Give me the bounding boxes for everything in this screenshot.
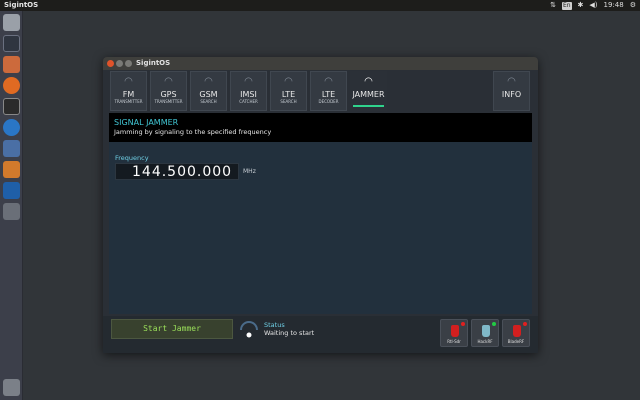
tab-jammer[interactable]: ◠ JAMMER <box>350 71 387 111</box>
wifi-signal-icon: ◠ <box>204 76 213 87</box>
device-rtl-sdr-button[interactable]: Rtl-Sdr <box>440 319 468 347</box>
tab-sublabel: TRANSMITTER <box>114 99 143 104</box>
clock[interactable]: 19:48 <box>604 0 624 11</box>
settings-gear-icon[interactable]: ⚙ <box>630 0 636 11</box>
wifi-signal-icon: ◠ <box>324 76 333 87</box>
firefox-icon[interactable] <box>3 77 20 94</box>
tab-fm-transmitter[interactable]: ◠ FM TRANSMITTER <box>110 71 147 111</box>
keyboard-layout-indicator[interactable]: En <box>561 1 572 10</box>
module-tabs: ◠ FM TRANSMITTER ◠ GPS TRANSMITTER ◠ GSM… <box>108 71 532 111</box>
close-icon[interactable] <box>107 60 114 67</box>
frequency-input[interactable]: 144.500.000 <box>115 163 239 180</box>
status-value: Waiting to start <box>264 329 315 337</box>
jammer-panel: Frequency 144.500.000 MHz <box>109 142 532 314</box>
frequency-value: 144.500.000 <box>132 164 233 180</box>
wifi-signal-icon: ◠ <box>164 76 173 87</box>
tab-label: LTE <box>321 90 336 99</box>
module-description: Jamming by signaling to the specified fr… <box>114 128 272 136</box>
active-tab-indicator <box>353 105 384 107</box>
status-label: Status <box>264 321 285 329</box>
tab-lte-decoder[interactable]: ◠ LTE DECODER <box>310 71 347 111</box>
frequency-label: Frequency <box>115 154 149 162</box>
module-header: SIGNAL JAMMER Jamming by signaling to th… <box>109 113 532 142</box>
tab-sublabel: SEARCH <box>200 99 217 104</box>
volume-icon[interactable]: ◀) <box>589 0 597 11</box>
maximize-icon[interactable] <box>125 60 132 67</box>
device-bladerf-button[interactable]: BladeRF <box>502 319 530 347</box>
sdr-device-icon <box>513 325 521 337</box>
tab-sublabel: DECODER <box>318 99 339 104</box>
wifi-signal-icon: ◠ <box>244 76 253 87</box>
sigintos-app-icon[interactable] <box>3 35 20 52</box>
start-jammer-button[interactable]: Start Jammer <box>111 319 233 339</box>
tab-sublabel: SEARCH <box>280 99 297 104</box>
hardware-tool-icon[interactable] <box>3 203 20 220</box>
device-hackrf-button[interactable]: HackRF <box>471 319 499 347</box>
tab-label: GPS <box>160 90 177 99</box>
files-icon[interactable] <box>3 56 20 73</box>
window-title: SigintOS <box>136 59 171 67</box>
wifi-signal-icon: ◠ <box>507 76 516 87</box>
device-status-led <box>523 322 527 326</box>
module-title: SIGNAL JAMMER <box>114 118 179 127</box>
tab-lte-search[interactable]: ◠ LTE SEARCH <box>270 71 307 111</box>
launcher <box>0 11 23 400</box>
tab-sublabel: CATCHER <box>239 99 258 104</box>
wifi-signal-icon: ◠ <box>124 76 133 87</box>
control-bar: Start Jammer Status Waiting to start Rtl… <box>103 316 538 353</box>
ubuntu-dash-icon[interactable] <box>3 14 20 31</box>
sigintos-window: SigintOS ◠ FM TRANSMITTER ◠ GPS TRANSMIT… <box>103 57 538 353</box>
window-titlebar[interactable]: SigintOS <box>103 57 538 70</box>
top-panel: SigintOS ⇅ En ✱ ◀) 19:48 ⚙ <box>0 0 640 11</box>
signal-analyzer-icon[interactable] <box>3 182 20 199</box>
tab-label: JAMMER <box>352 90 385 99</box>
device-label: HackRF <box>477 339 493 344</box>
wifi-signal-icon: ◠ <box>364 76 373 87</box>
sdr-device-icon <box>451 325 459 337</box>
status-spinner-icon <box>240 321 258 338</box>
app-title: SigintOS <box>4 1 39 9</box>
frequency-unit: MHz <box>243 168 256 175</box>
bluetooth-icon[interactable]: ✱ <box>578 0 584 11</box>
sdr-device-icon <box>482 325 490 337</box>
network-updown-icon[interactable]: ⇅ <box>550 0 556 11</box>
tab-info[interactable]: ◠ INFO <box>493 71 530 111</box>
device-label: BladeRF <box>507 339 525 344</box>
device-status-led <box>461 322 465 326</box>
tab-label: INFO <box>501 90 522 99</box>
minimize-icon[interactable] <box>116 60 123 67</box>
device-status-led <box>492 322 496 326</box>
network-tool-icon[interactable] <box>3 119 20 136</box>
tab-gps-transmitter[interactable]: ◠ GPS TRANSMITTER <box>150 71 187 111</box>
terminal-icon[interactable] <box>3 98 20 115</box>
tab-label: IMSI <box>240 90 257 99</box>
tab-label: FM <box>122 90 135 99</box>
tab-label: GSM <box>199 90 218 99</box>
system-tray: ⇅ En ✱ ◀) 19:48 ⚙ <box>550 0 636 11</box>
tab-gsm-search[interactable]: ◠ GSM SEARCH <box>190 71 227 111</box>
app-icon-blue[interactable] <box>3 140 20 157</box>
tab-imsi-catcher[interactable]: ◠ IMSI CATCHER <box>230 71 267 111</box>
tab-label: LTE <box>281 90 296 99</box>
tab-sublabel: TRANSMITTER <box>154 99 183 104</box>
device-label: Rtl-Sdr <box>447 339 461 344</box>
trash-icon[interactable] <box>3 379 20 396</box>
wifi-signal-icon: ◠ <box>284 76 293 87</box>
gnuradio-icon[interactable] <box>3 161 20 178</box>
